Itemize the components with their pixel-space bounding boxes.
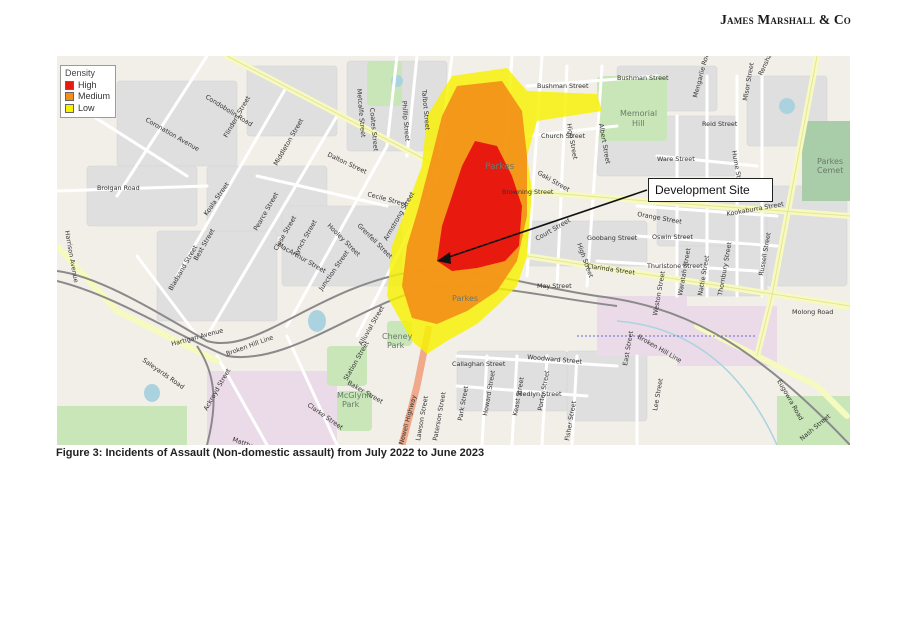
svg-text:Parkes: Parkes <box>817 157 843 166</box>
svg-text:Parkes: Parkes <box>452 294 478 303</box>
svg-text:Browning Street: Browning Street <box>502 188 554 196</box>
legend-swatch-medium <box>65 92 74 102</box>
legend-label-high: High <box>78 79 97 90</box>
svg-text:Molong Road: Molong Road <box>792 308 833 316</box>
svg-text:Bushman Street: Bushman Street <box>617 74 669 82</box>
svg-text:Church Street: Church Street <box>541 132 586 140</box>
legend-label-medium: Medium <box>78 91 111 101</box>
svg-text:Park: Park <box>342 400 360 409</box>
svg-text:Cemet: Cemet <box>817 166 843 175</box>
legend-item-high: High <box>65 80 110 92</box>
svg-text:Reid Street: Reid Street <box>702 120 738 128</box>
svg-text:Callaghan Street: Callaghan Street <box>452 360 506 368</box>
crime-density-map[interactable]: Dalton Street Condobolin Road Brolgan Ro… <box>57 56 850 445</box>
svg-text:May Street: May Street <box>537 282 572 290</box>
figure-caption: Figure 3: Incidents of Assault (Non-dome… <box>56 447 485 459</box>
legend-title: Density <box>65 68 96 78</box>
legend-label-low: Low <box>78 102 95 113</box>
svg-text:Brolgan Road: Brolgan Road <box>97 184 140 192</box>
development-site-callout: Development Site <box>648 178 773 202</box>
svg-text:Cheney: Cheney <box>382 332 413 341</box>
svg-text:Parkes: Parkes <box>485 162 515 172</box>
basemap: Dalton Street Condobolin Road Brolgan Ro… <box>57 56 850 445</box>
legend-swatch-low <box>65 103 74 113</box>
svg-text:Bushman Street: Bushman Street <box>537 82 589 90</box>
svg-text:Memorial: Memorial <box>620 109 657 118</box>
legend-item-medium: Medium <box>65 91 110 103</box>
svg-text:Hill: Hill <box>632 119 645 128</box>
company-brand: James Marshall & Co <box>720 12 851 27</box>
svg-text:Goobang Street: Goobang Street <box>587 234 638 242</box>
legend-swatch-high <box>65 80 74 90</box>
svg-text:Thurlstone Street: Thurlstone Street <box>646 262 703 270</box>
legend-item-low: Low <box>65 103 110 115</box>
svg-text:McGlynn: McGlynn <box>337 391 372 400</box>
svg-text:Ware Street: Ware Street <box>657 155 695 163</box>
svg-text:Oswin Street: Oswin Street <box>652 233 693 241</box>
density-legend: Density High Medium Low <box>60 65 117 118</box>
svg-text:Park: Park <box>387 341 405 350</box>
